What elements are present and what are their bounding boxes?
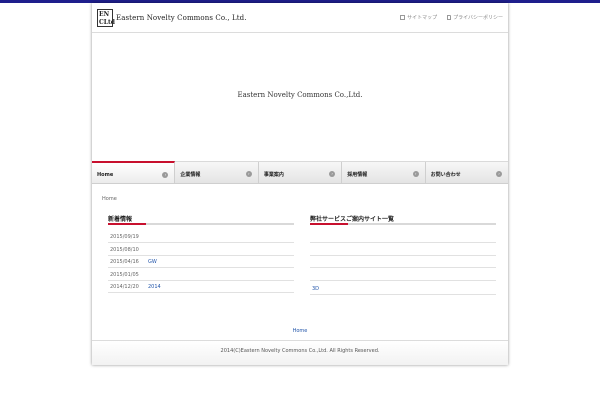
news-item[interactable]: 2015/09/19 xyxy=(108,231,294,243)
service-link-item[interactable]: 3D xyxy=(310,283,496,295)
hero-text: Eastern Novelty Commons Co.,Ltd. xyxy=(237,91,363,99)
service-link-item[interactable] xyxy=(310,244,496,256)
logo-mark-icon: EN CLtd xyxy=(97,9,115,27)
footer: 2014(C)Eastern Novelty Commons Co.,Ltd. … xyxy=(92,340,508,365)
news-item[interactable]: 2015/04/16 GW xyxy=(108,256,294,268)
company-logo[interactable]: EN CLtd Eastern Novelty Commons Co., Ltd… xyxy=(97,9,247,27)
chevron-right-icon: › xyxy=(329,171,336,177)
footer-home-link[interactable]: Home xyxy=(92,328,508,334)
news-item[interactable]: 2014/12/20 2014 xyxy=(108,281,294,293)
header-links: サイトマップ プライバシーポリシー xyxy=(400,14,503,21)
service-link-item[interactable] xyxy=(310,256,496,268)
hero-banner: Eastern Novelty Commons Co.,Ltd. xyxy=(92,34,508,161)
breadcrumb: Home xyxy=(102,196,117,202)
sitemap-link[interactable]: サイトマップ xyxy=(400,14,437,21)
sitemap-icon xyxy=(400,15,406,20)
page-frame: EN CLtd Eastern Novelty Commons Co., Ltd… xyxy=(92,3,508,365)
chevron-right-icon: › xyxy=(412,171,419,177)
news-item[interactable]: 2015/01/05 xyxy=(108,269,294,281)
company-name: Eastern Novelty Commons Co., Ltd. xyxy=(116,14,247,22)
services-title: 弊社サービスご案内サイト一覧 xyxy=(310,216,395,223)
news-title-rule xyxy=(108,223,294,225)
chevron-right-icon: › xyxy=(245,171,252,177)
services-title-rule xyxy=(310,223,496,225)
privacy-policy-link[interactable]: プライバシーポリシー xyxy=(447,14,503,21)
service-link-item[interactable] xyxy=(310,269,496,281)
chevron-right-icon: › xyxy=(162,172,169,178)
main-nav: Home › 企業情報 › 事業案内 › 採用情報 › お問い合わせ › xyxy=(92,161,508,184)
chevron-right-icon: › xyxy=(496,171,503,177)
copyright-text: 2014(C)Eastern Novelty Commons Co.,Ltd. … xyxy=(220,348,380,354)
document-icon xyxy=(447,15,452,20)
nav-item-business[interactable]: 事業案内 › xyxy=(259,162,343,183)
nav-item-company[interactable]: 企業情報 › xyxy=(175,162,259,183)
service-link-item[interactable] xyxy=(310,231,496,243)
nav-item-home[interactable]: Home › xyxy=(92,161,176,183)
news-item[interactable]: 2015/08/10 xyxy=(108,244,294,256)
nav-item-contact[interactable]: お問い合わせ › xyxy=(426,162,508,183)
site-header: EN CLtd Eastern Novelty Commons Co., Ltd… xyxy=(92,3,508,33)
nav-item-recruit[interactable]: 採用情報 › xyxy=(342,162,426,183)
news-title: 新着情報 xyxy=(108,216,133,223)
